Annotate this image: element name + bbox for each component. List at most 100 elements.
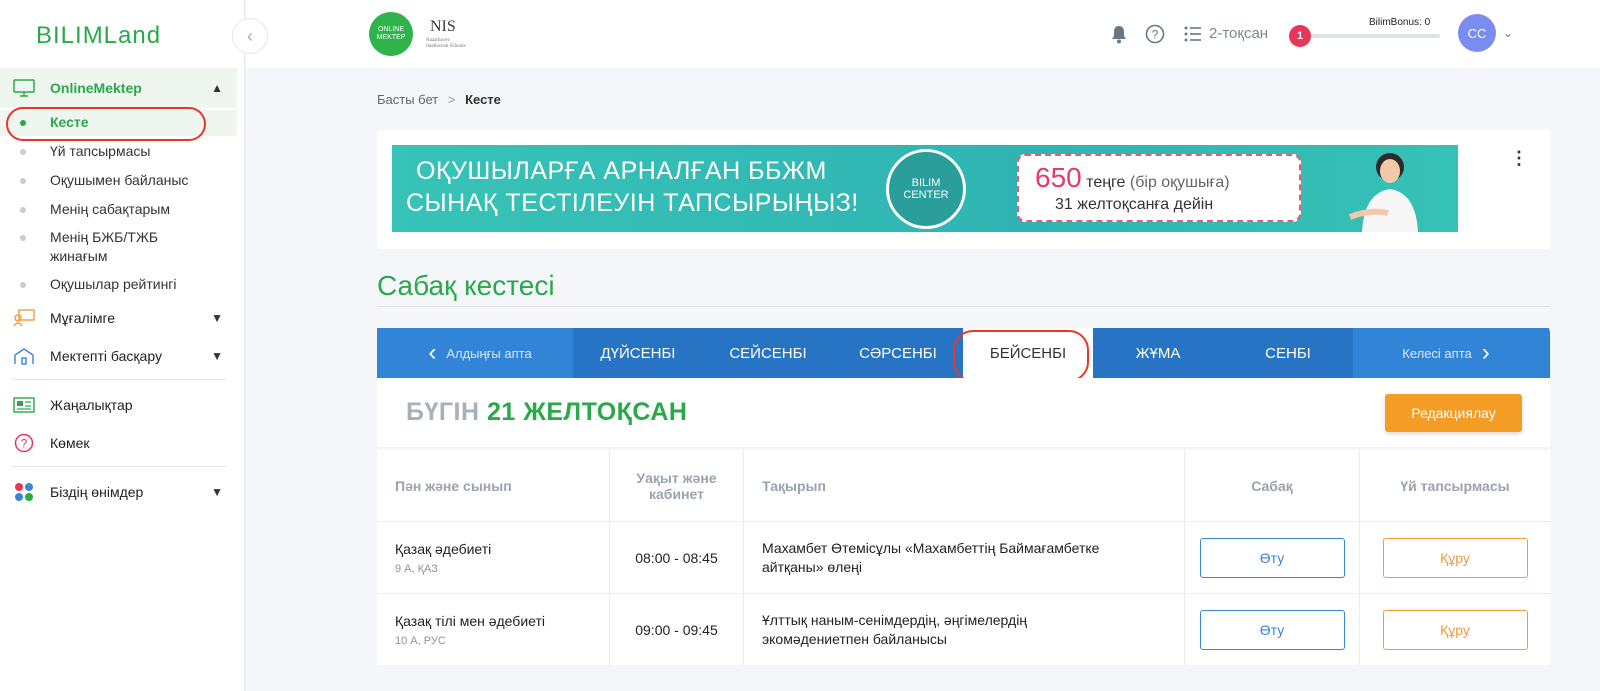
title-divider: [377, 306, 1550, 307]
sidebar-group-label: OnlineMektep: [50, 80, 142, 96]
bilimbonus-label: BilimBonus: 0: [1369, 17, 1431, 28]
bell-icon[interactable]: [1110, 24, 1128, 49]
top-header: ONLINE MEKTEP NIS Nazarbayev Intellectua…: [246, 0, 1600, 68]
bilimbonus-badge: 1: [1289, 25, 1311, 47]
sidebar-item-label: Менің БЖБ/ТЖБ жинағым: [50, 229, 159, 264]
subject-name: Қазақ тілі мен әдебиеті: [395, 612, 545, 629]
bilim-center-logo: BILIM CENTER: [886, 149, 966, 229]
lesson-cell: Өту: [1185, 594, 1360, 665]
tab-wednesday[interactable]: СӘРСЕНБІ: [833, 328, 963, 378]
banner-person-image: [1340, 145, 1440, 232]
price-note: (бір оқушыға): [1129, 174, 1230, 191]
today-date: 21 ЖЕЛТОҚСАН: [487, 398, 688, 426]
table-row-subject: Қазақ тілі мен әдебиеті 10 А, РУС: [377, 594, 610, 665]
sidebar-item-assessments[interactable]: Менің БЖБ/ТЖБ жинағым: [0, 228, 180, 266]
nis-logo: NIS Nazarbayev Intellectual Schools: [426, 18, 466, 49]
sidebar-group-label: Жаңалықтар: [50, 397, 133, 413]
bullet-icon: [20, 235, 26, 241]
create-homework-button[interactable]: Құру: [1382, 537, 1528, 578]
chevron-up-icon: ▲: [211, 81, 223, 95]
monitor-icon: [12, 78, 36, 98]
sidebar-group-news[interactable]: Жаңалықтар: [0, 385, 237, 425]
lesson-topic: Ұлттық наным-сенімдердің, әңгімелердің э…: [744, 594, 1185, 665]
column-header: Тақырып: [744, 450, 1185, 521]
sidebar-group-school-admin[interactable]: Мектепті басқару ▼: [0, 336, 237, 376]
price-deadline: 31 желтоқсанға дейін: [1055, 196, 1214, 213]
price-number: 650: [1035, 162, 1082, 193]
more-options-icon[interactable]: ⋮: [1510, 148, 1528, 169]
price-box: 650 теңге (бір оқушыға) 31 желтоқсанға д…: [1017, 154, 1301, 222]
sidebar-item-label: Оқушымен байланыс: [50, 172, 189, 188]
teacher-icon: [12, 308, 36, 328]
prev-week-label: Алдыңғы апта: [446, 345, 532, 361]
banner-line2: СЫНАҚ ТЕСТІЛЕУІН ТАПСЫРЫҢЫЗ!: [406, 189, 859, 217]
sidebar-group-onlinemektep[interactable]: OnlineMektep ▲: [0, 68, 237, 108]
sidebar: BILIMLand OnlineMektep ▲ Кесте Үй тапсыр…: [0, 0, 245, 691]
school-icon: [12, 346, 36, 366]
lesson-cell: Өту: [1185, 522, 1360, 593]
breadcrumb: Басты бет > Кесте: [377, 92, 501, 107]
homework-cell: Құру: [1360, 594, 1550, 665]
sidebar-group-teacher[interactable]: Мұғалімге ▼: [0, 298, 237, 338]
sidebar-divider: [12, 379, 227, 380]
collapse-sidebar-button[interactable]: ‹: [232, 18, 268, 54]
page-title: Сабақ кестесі: [377, 270, 555, 301]
banner-line1: ОҚУШЫЛАРҒА АРНАЛҒАН ББЖМ: [416, 157, 827, 185]
next-week-button[interactable]: Келесі апта ›: [1353, 328, 1549, 378]
chevron-down-icon[interactable]: ⌄: [1503, 26, 1513, 40]
class-label: 10 А, РУС: [395, 634, 446, 647]
prev-week-button[interactable]: ‹ Алдыңғы апта: [377, 328, 573, 378]
chevron-right-icon: ›: [1481, 339, 1490, 366]
go-to-lesson-button[interactable]: Өту: [1199, 537, 1345, 578]
price-currency: теңге: [1086, 174, 1126, 191]
sidebar-group-label: Мектепті басқару: [50, 348, 162, 364]
bilimland-logo[interactable]: BILIMLand: [36, 22, 161, 50]
schedule-table: Пән және сынып Уақыт және кабинет Тақыры…: [377, 450, 1550, 665]
tab-tuesday[interactable]: СЕЙСЕНБІ: [703, 328, 833, 378]
chevron-down-icon: ▼: [211, 485, 223, 499]
list-icon[interactable]: [1184, 26, 1202, 47]
promo-banner[interactable]: ОҚУШЫЛАРҒА АРНАЛҒАН ББЖМ СЫНАҚ ТЕСТІЛЕУІ…: [392, 145, 1458, 232]
chevron-left-icon: ‹: [428, 339, 437, 366]
lesson-time: 08:00 - 08:45: [610, 522, 744, 593]
sidebar-item-my-lessons[interactable]: Менің сабақтарым: [0, 200, 237, 219]
today-label: БҮГІН 21 ЖЕЛТОҚСАН: [406, 398, 688, 426]
svg-text:?: ?: [1152, 28, 1159, 42]
news-icon: [12, 395, 36, 415]
class-label: 9 А, ҚАЗ: [395, 562, 438, 575]
products-icon: [12, 482, 36, 502]
quarter-selector[interactable]: 2-тоқсан: [1209, 25, 1268, 42]
column-header: Үй тапсырмасы: [1400, 477, 1510, 494]
avatar[interactable]: СС: [1458, 14, 1496, 52]
sidebar-group-label: Көмек: [50, 435, 90, 451]
sidebar-group-label: Мұғалімге: [50, 310, 116, 326]
go-to-lesson-button[interactable]: Өту: [1199, 609, 1345, 650]
lesson-topic: Махамбет Өтемісұлы «Махамбеттің Баймағам…: [744, 522, 1185, 593]
create-homework-button[interactable]: Құру: [1382, 609, 1528, 650]
help-icon: ?: [12, 433, 36, 453]
online-mektep-logo[interactable]: ONLINE MEKTEP: [369, 12, 413, 56]
sidebar-group-products[interactable]: Біздің өнімдер ▼: [0, 472, 237, 512]
sidebar-item-homework[interactable]: Үй тапсырмасы: [0, 142, 237, 161]
sidebar-item-label: Менің сабақтарым: [50, 201, 170, 217]
sidebar-item-label: Оқушылар рейтингі: [50, 276, 177, 292]
highlight-oval: [953, 330, 1089, 382]
sidebar-item-rating[interactable]: Оқушылар рейтингі: [0, 275, 237, 294]
next-week-label: Келесі апта: [1402, 345, 1472, 361]
tab-friday[interactable]: ЖҰМА: [1093, 328, 1223, 378]
breadcrumb-separator: >: [447, 92, 456, 107]
today-header: БҮГІН 21 ЖЕЛТОҚСАН Редакциялау: [377, 378, 1550, 447]
sidebar-group-help[interactable]: ? Көмек: [0, 423, 237, 463]
sidebar-item-student-contact[interactable]: Оқушымен байланыс: [0, 171, 237, 190]
column-header: Пән және сынып: [377, 450, 610, 521]
sidebar-divider: [12, 466, 227, 467]
bullet-icon: [20, 178, 26, 184]
breadcrumb-home[interactable]: Басты бет: [377, 92, 438, 107]
column-header: Сабақ: [1185, 450, 1360, 521]
help-circle-icon[interactable]: ?: [1145, 24, 1165, 49]
tab-monday[interactable]: ДҮЙСЕНБІ: [573, 328, 703, 378]
sidebar-item-label: Үй тапсырмасы: [50, 143, 151, 159]
edit-button[interactable]: Редакциялау: [1385, 394, 1522, 432]
tab-saturday[interactable]: СЕНБІ: [1223, 328, 1353, 378]
chevron-down-icon: ▼: [211, 311, 223, 325]
